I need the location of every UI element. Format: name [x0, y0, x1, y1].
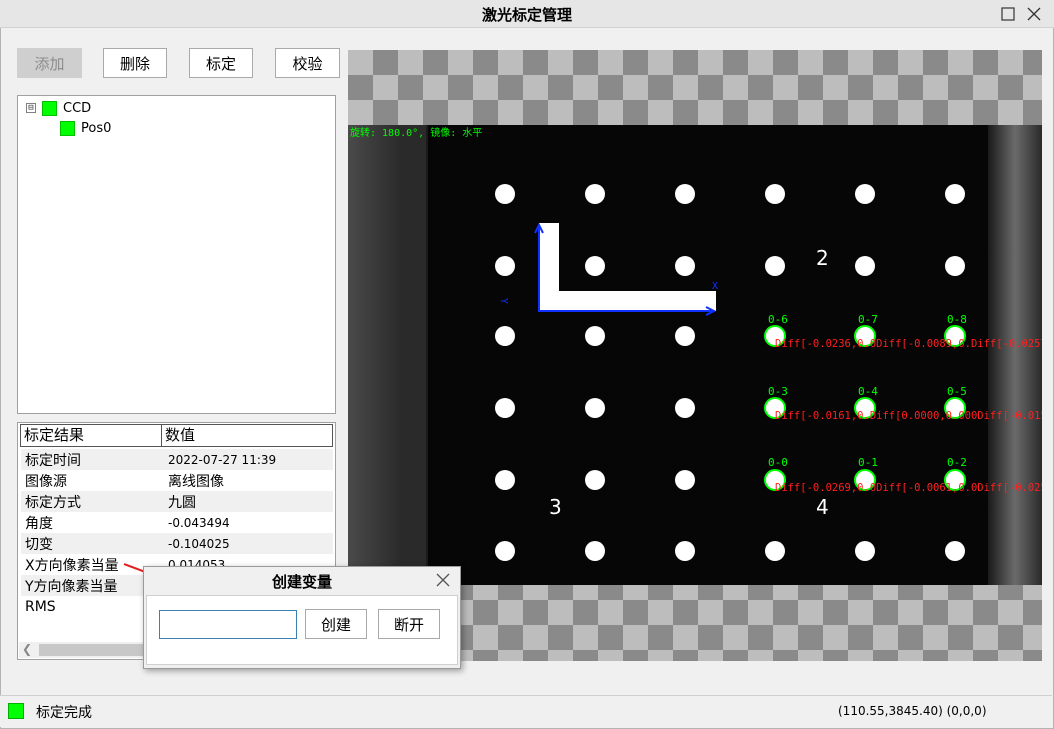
scrollbar-thumb[interactable]: [39, 644, 159, 656]
tree-node-ccd-label: CCD: [63, 100, 92, 116]
table-row[interactable]: 切变 -0.104025: [21, 533, 333, 554]
point-label: 0-1: [858, 456, 878, 469]
dialog-body: 创建 断开: [146, 595, 458, 665]
row-value: -0.043494: [168, 515, 230, 530]
point-label: 0-4: [858, 385, 878, 398]
axis-label-y: Y: [498, 298, 509, 304]
row-key: 标定方式: [25, 494, 81, 511]
region-label-4: 4: [816, 495, 829, 519]
disconnect-button[interactable]: 断开: [378, 609, 440, 639]
ccd-status-icon: [42, 100, 57, 116]
status-bar: 标定完成 (110.55,3845.40) (0,0,0): [0, 695, 1052, 727]
table-row[interactable]: 标定时间 2022-07-27 11:39: [21, 449, 333, 470]
point-label: 0-0: [768, 456, 788, 469]
table-row[interactable]: 图像源 离线图像: [21, 470, 333, 491]
point-label: 0-3: [768, 385, 788, 398]
add-button[interactable]: 添加: [17, 48, 82, 78]
row-key: 切变: [25, 536, 53, 553]
point-label: 0-6: [768, 313, 788, 326]
maximize-button[interactable]: [998, 4, 1018, 24]
diff-text: Diff[-0.0236,0.0Diff[-0.0089,0.Diff[-0.0…: [775, 338, 1042, 350]
dialog-close-button[interactable]: [434, 571, 452, 589]
results-header: 标定结果 数值: [20, 424, 333, 447]
status-text: 标定完成: [36, 705, 92, 721]
collapse-icon[interactable]: ⊟: [26, 103, 36, 113]
header-result: 标定结果: [21, 425, 162, 446]
row-key: 角度: [25, 515, 53, 532]
table-row[interactable]: 角度 -0.043494: [21, 512, 333, 533]
region-label-3: 3: [549, 495, 562, 519]
diff-text: Diff[-0.0269,0.0Diff[-0.0061,0.0Diff[-0.…: [775, 482, 1042, 494]
device-tree: ⊟ CCD Pos0: [17, 95, 336, 414]
row-value: 离线图像: [168, 473, 224, 490]
point-label: 0-7: [858, 313, 878, 326]
window-title: 激光标定管理: [481, 6, 572, 24]
verify-button[interactable]: 校验: [275, 48, 340, 78]
close-button[interactable]: [1024, 4, 1044, 24]
dialog-title: 创建变量: [271, 573, 332, 591]
status-indicator: [8, 703, 24, 719]
calibrate-button[interactable]: 标定: [189, 48, 253, 78]
axis-label-x: X: [712, 281, 718, 292]
row-key: 图像源: [25, 473, 67, 490]
cursor-coordinates: (110.55,3845.40) (0,0,0): [838, 704, 987, 718]
create-button[interactable]: 创建: [305, 609, 367, 639]
row-key: RMS: [25, 598, 56, 615]
point-label: 0-8: [947, 313, 967, 326]
maximize-icon: [1001, 7, 1015, 21]
title-bar: 激光标定管理: [0, 0, 1054, 28]
row-value: -0.104025: [168, 536, 230, 551]
delete-button[interactable]: 删除: [103, 48, 167, 78]
table-row[interactable]: 标定方式 九圆: [21, 491, 333, 512]
variable-name-input[interactable]: [159, 610, 297, 639]
tree-node-pos0-label: Pos0: [81, 120, 112, 136]
scroll-left-icon[interactable]: ❮: [22, 642, 32, 656]
create-variable-dialog: 创建变量 创建 断开: [143, 566, 461, 669]
diff-text: Diff[-0.0161,0.Diff[0.0000,0.000Diff[-0.…: [775, 410, 1042, 422]
image-overlay-text: 旋转: 180.0°, 镜像: 水平: [350, 126, 482, 139]
tree-node-ccd[interactable]: ⊟ CCD: [26, 99, 91, 117]
row-value: 九圆: [168, 494, 196, 511]
point-label: 0-5: [947, 385, 967, 398]
close-icon: [436, 573, 450, 587]
row-value: 2022-07-27 11:39: [168, 452, 277, 467]
camera-image[interactable]: 旋转: 180.0°, 镜像: 水平 2 3 4 Y X 0-6 0-7 0-8…: [348, 125, 1042, 585]
region-label-2: 2: [816, 246, 829, 270]
pos0-status-icon: [60, 120, 75, 136]
tree-node-pos0[interactable]: Pos0: [60, 119, 111, 137]
row-key: 标定时间: [25, 452, 81, 469]
close-icon: [1027, 7, 1041, 21]
header-value: 数值: [165, 426, 196, 444]
point-label: 0-2: [947, 456, 967, 469]
